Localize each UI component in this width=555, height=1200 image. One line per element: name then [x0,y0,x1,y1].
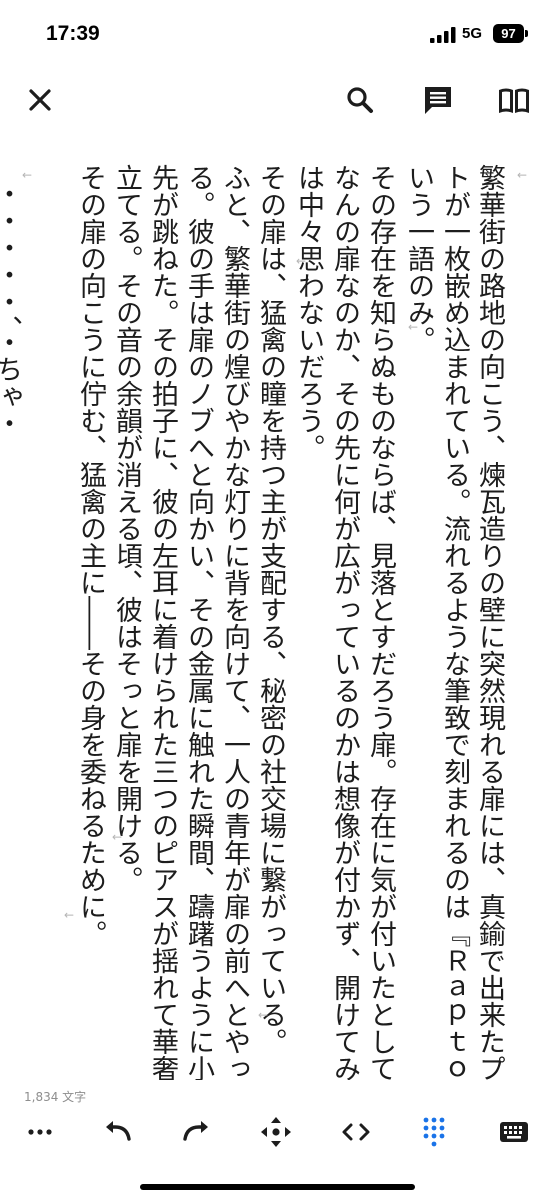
redo-icon[interactable] [178,1114,214,1150]
comment-icon[interactable] [418,80,458,120]
search-icon[interactable] [340,80,380,120]
status-bar: 17:39 5G 97 [0,0,555,64]
editor-toolbar [0,64,555,134]
status-time: 17:39 [46,22,100,45]
text-line: 先が跳ねた。その拍子に、彼の左耳に着けられた三つのピアスが揺れて華奢な音を [147,164,178,1080]
paragraph-mark: ← [296,254,307,268]
character-count: 1,834 文字 [24,1090,87,1104]
paragraph-mark: ← [112,830,123,844]
text-line: なんの扉なのか、その先に何が広がっているのかは想像が付かず、開けてみようと [329,164,360,1080]
more-icon[interactable] [22,1114,58,1150]
battery-icon: 97 [493,24,524,43]
text-line-partial: ・・・・・、・ちゃ・ [0,180,22,437]
signal-icon [430,27,456,43]
paragraph-mark: ← [517,168,528,182]
text-line: その扉の向こうに佇む、猛禽の主に――その身を委ねるために。 [75,164,106,947]
home-indicator [140,1184,415,1190]
keyboard-icon[interactable] [496,1114,532,1150]
paragraph-mark: ← [258,1008,269,1022]
network-label: 5G [462,25,483,42]
book-icon[interactable] [494,80,534,120]
vertical-text-editor[interactable]: 繁華街の路地の向こう、煉瓦造りの壁に突然現れる扉には、真鍮で出来たプレー トが一… [0,150,555,1080]
text-line: ふと、繁華街の煌びやかな灯りに背を向けて、一人の青年が扉の前へとやってく [219,164,250,1080]
battery-tip [525,30,528,37]
paragraph-mark: ← [408,320,419,334]
keypad-icon[interactable] [416,1114,452,1150]
undo-icon[interactable] [100,1114,136,1150]
move-cursor-icon[interactable] [258,1114,294,1150]
text-line: その存在を知らぬものならば、見落とすだろう扉。存在に気が付いたとしても、 [365,164,396,1080]
text-line: 立てる。その音の余韻が消える頃、彼はそっと扉を開ける。 [111,164,142,893]
text-line: る。彼の手は扉のノブへと向かい、その金属に触れた瞬間、躊躇うように小さく指 [183,164,214,1080]
text-line: トが一枚嵌め込まれている。流れるような筆致で刻まれるのは『Ｒａｐｔｏｒ』と [439,164,470,1080]
close-icon[interactable] [20,80,60,120]
code-icon[interactable] [338,1114,374,1150]
text-line: 繁華街の路地の向こう、煉瓦造りの壁に突然現れる扉には、真鍮で出来たプレー [474,164,505,1080]
paragraph-mark: ← [64,908,75,922]
text-line: は中々思わないだろう。 [293,164,324,461]
text-line: その扉は、猛禽の瞳を持つ主が支配する、秘密の社交場に繋がっている。 [255,164,286,1055]
bottom-toolbar [0,1108,555,1158]
paragraph-mark: ← [22,168,33,182]
